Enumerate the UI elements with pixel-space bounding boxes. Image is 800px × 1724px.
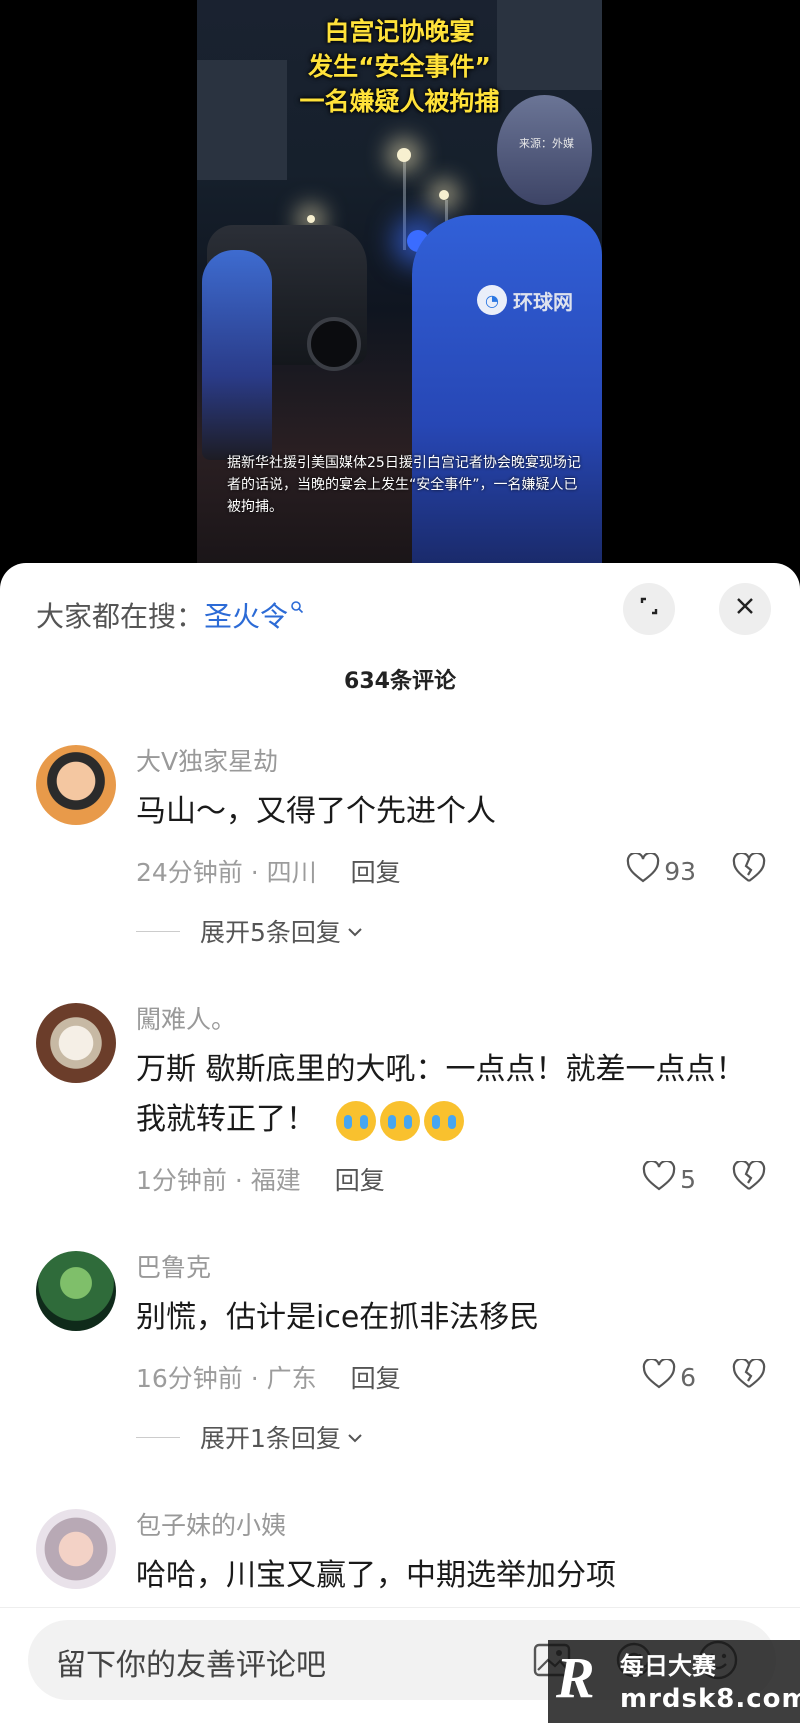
comment-username[interactable]: 巴鲁克 — [136, 1251, 766, 1285]
avatar[interactable] — [36, 745, 116, 825]
comment-username[interactable]: 包子妹的小姨 — [136, 1509, 766, 1543]
divider-line — [136, 930, 180, 932]
comment-time-location: 16分钟前 · 广东 — [136, 1364, 317, 1393]
bystander-figure — [202, 250, 272, 460]
video-watermark-text: 环球网 — [513, 289, 573, 314]
video-title-line: 一名嫌疑人被拘捕 — [299, 87, 500, 116]
comment-time-location: 1分钟前 · 福建 — [136, 1166, 301, 1195]
video-frame[interactable]: 白宫记协晚宴 发生“安全事件” 一名嫌疑人被拘捕 来源：外媒 ◔ 环球网 据新华… — [197, 0, 602, 565]
heart-icon — [626, 851, 660, 889]
broken-heart-icon — [732, 851, 766, 889]
broken-heart-icon — [732, 1357, 766, 1395]
like-button[interactable]: 93 — [626, 851, 696, 889]
broken-heart-icon — [732, 1159, 766, 1197]
like-button[interactable]: 5 — [642, 1159, 696, 1197]
street-lamp — [397, 148, 411, 162]
close-button[interactable] — [719, 583, 771, 635]
comment-meta: 16分钟前 · 广东 回复 6 — [136, 1357, 766, 1397]
comment-count: 634条评论 — [344, 669, 456, 694]
reply-button[interactable]: 回复 — [351, 1359, 401, 1395]
chevron-down-icon — [347, 1425, 363, 1449]
comment-input-placeholder: 留下你的友善评论吧 — [56, 1648, 326, 1683]
comment-meta: 24分钟前 · 四川 回复 93 — [136, 851, 766, 891]
site-watermark-url: mrdsk8.com — [620, 1684, 800, 1714]
expand-button[interactable] — [623, 583, 675, 635]
vehicle-wheel — [307, 317, 361, 371]
like-count: 93 — [664, 856, 696, 886]
video-source-label: 来源：外媒 — [519, 137, 574, 150]
search-icon — [290, 595, 304, 619]
expand-replies-label: 展开1条回复 — [200, 1424, 341, 1453]
site-watermark: R 每日大赛 mrdsk8.com — [548, 1640, 800, 1723]
crying-emoji-icon — [423, 1100, 464, 1141]
divider-line — [136, 1436, 180, 1438]
video-title: 白宫记协晚宴 发生“安全事件” 一名嫌疑人被拘捕 — [197, 14, 602, 119]
crying-emoji-group — [335, 1100, 464, 1141]
expand-icon — [638, 595, 660, 623]
dislike-button[interactable] — [732, 1159, 766, 1197]
crying-emoji-icon — [335, 1100, 376, 1141]
video-player[interactable]: 白宫记协晚宴 发生“安全事件” 一名嫌疑人被拘捕 来源：外媒 ◔ 环球网 据新华… — [0, 0, 800, 570]
video-caption: 据新华社援引美国媒体25日援引白宫记者协会晚宴现场记者的话说，当晚的宴会上发生“… — [227, 455, 581, 515]
site-watermark-logo: R — [556, 1645, 595, 1710]
video-title-line: 发生“安全事件” — [308, 52, 491, 81]
dislike-button[interactable] — [732, 1357, 766, 1395]
crying-emoji-icon — [379, 1100, 420, 1141]
like-count: 5 — [680, 1164, 696, 1194]
video-watermark: ◔ 环球网 — [477, 285, 573, 315]
street-lamp — [307, 215, 315, 223]
globe-logo-icon: ◔ — [477, 285, 507, 315]
avatar[interactable] — [36, 1509, 116, 1589]
avatar[interactable] — [36, 1251, 116, 1331]
expand-replies-button[interactable]: 展开1条回复 — [136, 1419, 766, 1455]
comment-username[interactable]: 闖难人。 — [136, 1003, 766, 1037]
dislike-button[interactable] — [732, 851, 766, 889]
comment-text: 哈哈，川宝又赢了，中期选举加分项 — [136, 1558, 616, 1593]
chevron-down-icon — [347, 919, 363, 943]
comment-time-location: 24分钟前 · 四川 — [136, 858, 317, 887]
comment-meta: 1分钟前 · 福建 回复 5 — [136, 1159, 766, 1199]
comment-username[interactable]: 大V独家星劫 — [136, 745, 766, 779]
comment-sheet: 大家都在搜： 圣火令 634条评论 大V独家星劫 马山～，又得了个先进个人 24… — [0, 563, 800, 1723]
comment-text: 万斯 歇斯底里的大吼：一点点！就差一点点！我就转正了！ — [136, 1045, 766, 1145]
reply-button[interactable]: 回复 — [335, 1161, 385, 1197]
reply-button[interactable]: 回复 — [351, 853, 401, 889]
comment-text: 马山～，又得了个先进个人 — [136, 794, 496, 829]
trending-search-term[interactable]: 圣火令 — [204, 595, 288, 635]
trending-search-prefix: 大家都在搜： — [36, 600, 205, 633]
street-lamp — [439, 190, 449, 200]
trending-search[interactable]: 大家都在搜： 圣火令 — [36, 595, 304, 635]
expand-replies-button[interactable]: 展开5条回复 — [136, 913, 766, 949]
site-watermark-name: 每日大赛 — [620, 1652, 716, 1680]
expand-replies-label: 展开5条回复 — [200, 918, 341, 947]
street-lamp-pole — [403, 160, 406, 250]
close-icon — [734, 594, 756, 624]
comment-text: 别慌，估计是ice在抓非法移民 — [136, 1300, 540, 1335]
like-count: 6 — [680, 1362, 696, 1392]
heart-icon — [642, 1159, 676, 1197]
heart-icon — [642, 1357, 676, 1395]
video-title-line: 白宫记协晚宴 — [324, 17, 475, 46]
like-button[interactable]: 6 — [642, 1357, 696, 1395]
avatar[interactable] — [36, 1003, 116, 1083]
